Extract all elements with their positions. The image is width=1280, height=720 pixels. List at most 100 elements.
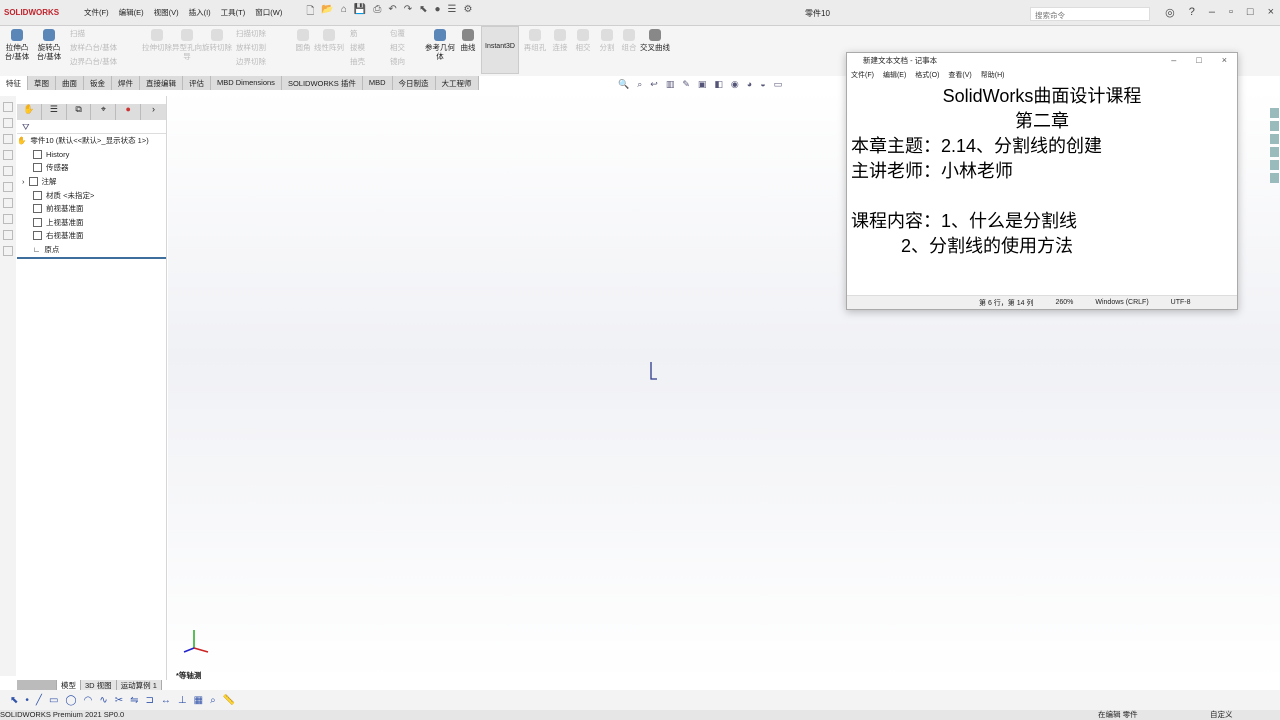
new-icon[interactable]: 🗋 [306,4,314,21]
zoom-area-icon[interactable]: ⌕ [637,79,642,90]
dimxpert-tab-icon[interactable]: ⌖ [91,104,117,120]
home-icon[interactable]: ⌂ [341,4,347,21]
filter-icon[interactable]: ⛛ [17,122,166,134]
display-manager-tab-icon[interactable]: ● [116,104,142,120]
arc-icon[interactable]: ◠ [84,695,93,706]
tree-item-origin[interactable]: ∟ 原点 [17,243,166,257]
tab-3d-views[interactable]: 3D 视图 [81,680,117,690]
tab-weldments[interactable]: 焊件 [112,76,140,90]
tab-scroll[interactable] [17,680,57,690]
property-manager-tab-icon[interactable]: ☰ [42,104,67,120]
help-icon[interactable]: ? [1189,6,1195,19]
select-icon[interactable]: ⬉ [10,695,18,706]
notepad-title-bar[interactable]: 新建文本文档 - 记事本 – □ × [847,53,1237,68]
spline-icon[interactable]: ∿ [99,695,107,706]
wrap-button[interactable]: 包覆 [390,29,420,38]
section-view-icon[interactable]: ▥ [666,79,675,90]
tool-icon[interactable] [3,198,13,208]
tab-features[interactable]: 特征 [0,76,28,90]
menu-edit[interactable]: 编辑(E) [119,8,144,17]
tree-root-part[interactable]: ✋ 零件10 (默认<<默认>_显示状态 1>) [17,134,166,148]
tool-icon[interactable] [3,230,13,240]
view-palette-icon[interactable] [1270,147,1279,157]
np-menu-view[interactable]: 查看(V) [948,70,971,80]
curves-button[interactable]: 曲线 [453,29,483,52]
custom-properties-icon[interactable] [1270,173,1279,183]
scene-icon[interactable]: ◒ [760,79,765,90]
rebuild-icon[interactable]: ● [435,4,441,21]
loft-cut-button[interactable]: 放样切割 [236,43,296,52]
extrude-cut-button[interactable]: 拉伸切除 [142,29,172,52]
intersect-button[interactable]: 相交 [390,43,420,52]
boundary-boss-button[interactable]: 边界凸台/基体 [70,57,140,66]
tool-icon[interactable] [3,182,13,192]
sweep-cut-button[interactable]: 扫描切除 [236,29,296,38]
hide-show-icon[interactable]: ◉ [731,79,739,90]
sweep-button[interactable]: 扫描 [70,29,140,38]
notepad-text-area[interactable]: SolidWorks曲面设计课程 第二章 本章主题：2.14、分割线的创建 主讲老师：… [847,82,1237,261]
tool-icon[interactable] [3,134,13,144]
menu-view[interactable]: 视图(V) [154,8,179,17]
relation-icon[interactable]: ⊥ [178,695,187,706]
restore-icon[interactable]: ▫ [1229,6,1233,19]
tab-mbd-dimensions[interactable]: MBD Dimensions [211,76,282,90]
zoom-icon[interactable]: ⌕ [210,695,216,706]
design-library-icon[interactable] [1270,121,1279,131]
menu-window[interactable]: 窗口(W) [255,8,282,17]
grid-icon[interactable]: ▦ [194,695,203,706]
tool-icon[interactable] [3,102,13,112]
maximize-icon[interactable]: □ [1247,6,1254,19]
minimize-icon[interactable]: – [1171,55,1176,65]
tool-icon[interactable] [3,118,13,128]
tab-motion-study[interactable]: 运动算例 1 [117,680,162,690]
tree-item-material[interactable]: 材质 <未指定> [17,188,166,202]
redo-icon[interactable]: ↷ [404,4,412,21]
display-style-icon[interactable]: ◧ [714,79,723,90]
tab-evaluate[interactable]: 评估 [183,76,211,90]
shell-button[interactable]: 抽壳 [350,57,380,66]
tab-today-manufacturing[interactable]: 今日制造 [393,76,436,90]
feature-manager-tab-icon[interactable]: ✋ [17,104,42,120]
linear-pattern-button[interactable]: 线性阵列 [314,29,344,52]
tab-solidworks-addins[interactable]: SOLIDWORKS 插件 [282,76,363,90]
loft-button[interactable]: 放样凸台/基体 [70,43,140,52]
user-icon[interactable]: ◎ [1165,6,1175,19]
tab-surfaces[interactable]: 曲面 [56,76,84,90]
tree-item-annotations[interactable]: › 注解 [17,175,166,189]
tab-sheet-metal[interactable]: 钣金 [84,76,112,90]
np-menu-format[interactable]: 格式(O) [915,70,939,80]
tree-item-top-plane[interactable]: 上视基准面 [17,216,166,230]
expand-arrow-icon[interactable]: › [22,177,25,186]
view-orientation-icon[interactable]: ▣ [698,79,707,90]
undo-icon[interactable]: ↶ [388,4,396,21]
measure-icon[interactable]: 📏 [223,695,235,706]
tree-item-sensors[interactable]: 传感器 [17,161,166,175]
units-selector[interactable]: 自定义 [1210,710,1233,720]
tab-mbd[interactable]: MBD [363,76,393,90]
rectangle-icon[interactable]: ▭ [49,695,58,706]
maximize-icon[interactable]: □ [1196,55,1201,65]
menu-tools[interactable]: 工具(T) [221,8,246,17]
np-menu-help[interactable]: 帮助(H) [981,70,1005,80]
point-icon[interactable]: • [25,695,29,706]
intersection-curve-button[interactable]: 交叉曲线 [640,29,670,52]
view-settings-icon[interactable]: ▭ [774,79,783,90]
save-icon[interactable]: 💾 [354,4,366,21]
search-commands-input[interactable]: 搜索命令 [1030,7,1150,21]
tab-direct-editing[interactable]: 直接编辑 [140,76,183,90]
print-icon[interactable]: ⎙ [373,4,381,21]
tab-model[interactable]: 模型 [57,680,81,690]
revolve-boss-button[interactable]: 旋转凸台/基体 [34,29,64,61]
tab-big-engineer[interactable]: 大工程师 [436,76,479,90]
mirror-icon[interactable]: ⇋ [130,695,138,706]
rib-button[interactable]: 筋 [350,29,380,38]
mirror-button[interactable]: 镜向 [390,57,420,66]
menu-insert[interactable]: 插入(I) [189,8,211,17]
file-properties-icon[interactable]: ☰ [448,4,457,21]
tool-icon[interactable] [3,166,13,176]
hole-wizard-button[interactable]: 异型孔向导 [172,29,202,61]
np-menu-edit[interactable]: 编辑(E) [883,70,906,80]
revolve-cut-button[interactable]: 旋转切除 [202,29,232,52]
tool-icon[interactable] [3,150,13,160]
trim-icon[interactable]: ✂ [115,695,123,706]
